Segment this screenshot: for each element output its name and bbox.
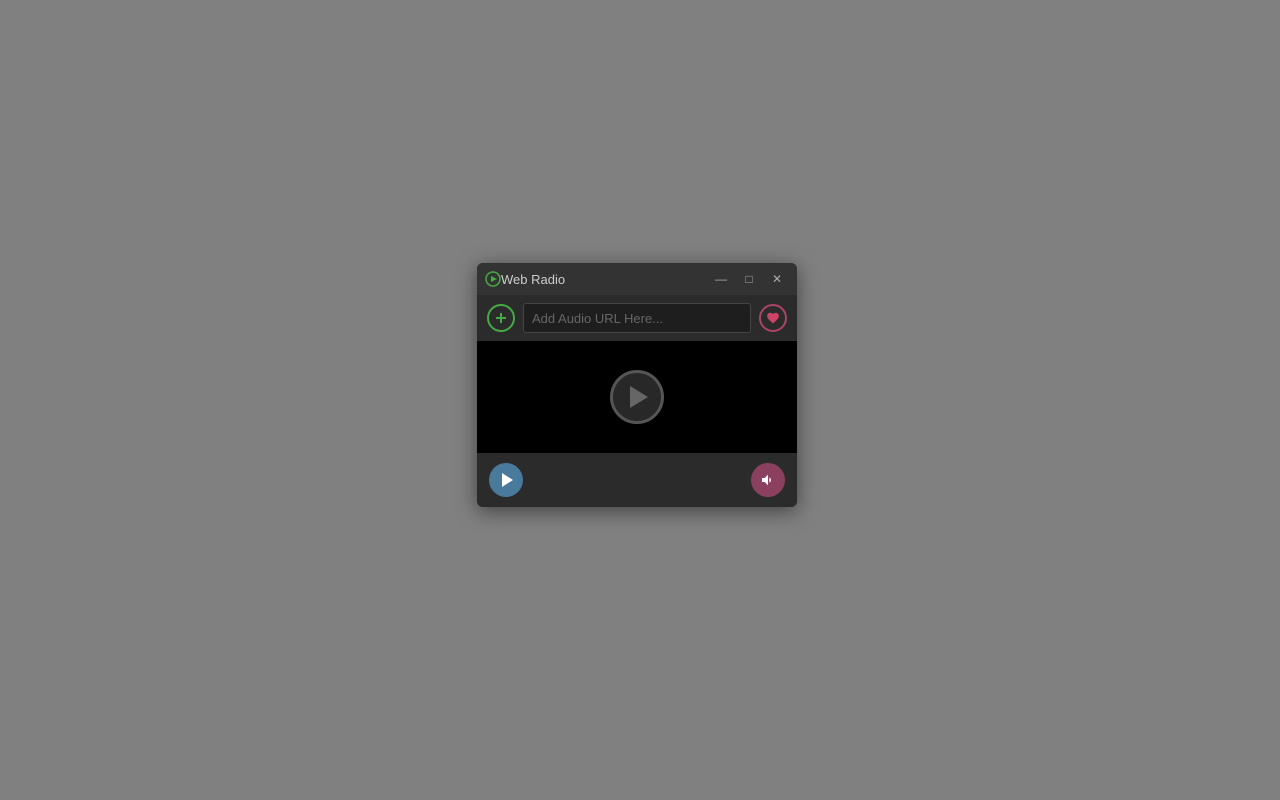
app-window: Web Radio — □ ✕ xyxy=(477,263,797,507)
plus-icon xyxy=(494,311,508,325)
heart-icon xyxy=(766,311,780,325)
window-title: Web Radio xyxy=(501,272,709,287)
add-url-button[interactable] xyxy=(487,304,515,332)
play-button[interactable] xyxy=(489,463,523,497)
volume-icon xyxy=(760,472,776,488)
title-bar: Web Radio — □ ✕ xyxy=(477,263,797,295)
controls-bar xyxy=(477,453,797,507)
app-icon xyxy=(485,271,501,287)
video-area xyxy=(477,341,797,453)
window-controls: — □ ✕ xyxy=(709,268,789,290)
play-large-button[interactable] xyxy=(610,370,664,424)
favorite-button[interactable] xyxy=(759,304,787,332)
volume-button[interactable] xyxy=(751,463,785,497)
url-bar xyxy=(477,295,797,341)
url-input[interactable] xyxy=(523,303,751,333)
maximize-button[interactable]: □ xyxy=(737,268,761,290)
minimize-button[interactable]: — xyxy=(709,268,733,290)
play-large-icon xyxy=(630,386,648,408)
close-button[interactable]: ✕ xyxy=(765,268,789,290)
desktop: Web Radio — □ ✕ xyxy=(0,0,1280,800)
play-icon xyxy=(502,473,513,487)
